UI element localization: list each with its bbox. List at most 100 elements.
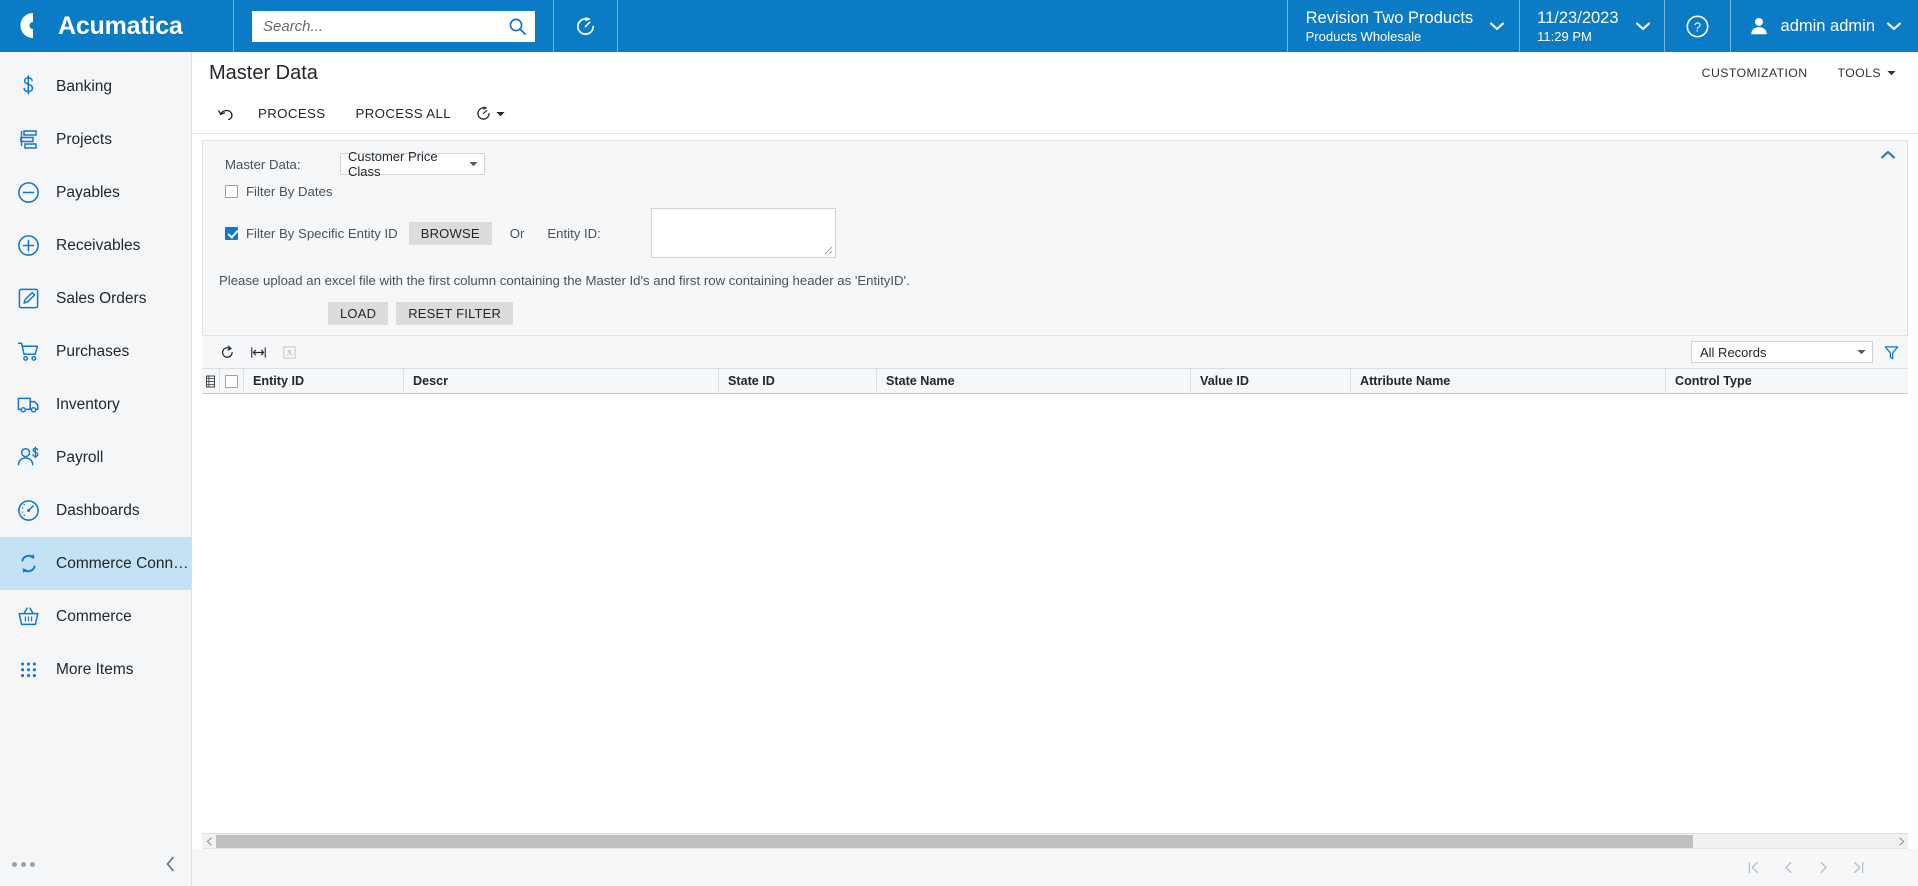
chevron-down-icon xyxy=(1886,21,1902,31)
scrollbar-thumb[interactable] xyxy=(216,834,1693,848)
column-header-value-id[interactable]: Value ID xyxy=(1191,369,1351,393)
sidebar-item-dashboards[interactable]: Dashboards xyxy=(0,484,191,537)
ellipsis-icon[interactable] xyxy=(12,861,35,867)
select-all-checkbox[interactable] xyxy=(220,369,244,393)
acumatica-logo-icon xyxy=(18,11,48,41)
browse-button[interactable]: BROWSE xyxy=(408,221,492,245)
user-menu[interactable]: admin admin xyxy=(1731,0,1918,52)
column-settings-icon[interactable] xyxy=(202,369,220,393)
process-all-button[interactable]: PROCESS ALL xyxy=(340,101,466,127)
pencil-square-icon xyxy=(16,286,41,311)
records-filter-value: All Records xyxy=(1700,344,1767,360)
filter-by-entity-checkbox[interactable] xyxy=(225,226,238,240)
dollar-sign-icon xyxy=(16,74,41,99)
timer-button[interactable] xyxy=(554,0,617,52)
records-filter-select[interactable]: All Records xyxy=(1691,341,1873,363)
svg-text:?: ? xyxy=(1693,19,1700,34)
sidebar-nav-list: Banking Projects Payables Receivables Sa… xyxy=(0,52,191,842)
gauge-icon xyxy=(16,498,41,523)
grid-toolbar: X All Records xyxy=(202,336,1908,368)
sidebar-item-inventory[interactable]: Inventory xyxy=(0,378,191,431)
sidebar-item-label: Receivables xyxy=(56,236,141,254)
sidebar-item-banking[interactable]: Banking xyxy=(0,60,191,113)
caret-down-icon xyxy=(469,161,478,167)
column-header-state-name[interactable]: State Name xyxy=(877,369,1191,393)
sidebar-item-label: Sales Orders xyxy=(56,289,147,307)
search-input[interactable] xyxy=(263,17,508,35)
caret-down-icon xyxy=(1857,349,1866,355)
grid-horizontal-scrollbar[interactable] xyxy=(202,834,1908,849)
chevron-up-icon[interactable] xyxy=(1879,148,1897,162)
sidebar-item-more-items[interactable]: More Items xyxy=(0,643,191,696)
reset-filter-button[interactable]: RESET FILTER xyxy=(396,302,514,325)
main-content-area: Master Data CUSTOMIZATION TOOLS PROCESS … xyxy=(192,52,1918,886)
triangle-right-icon[interactable] xyxy=(1894,834,1908,849)
help-button[interactable]: ? xyxy=(1665,0,1730,52)
sidebar-item-projects[interactable]: Projects xyxy=(0,113,191,166)
filter-by-entity-label: Filter By Specific Entity ID xyxy=(246,225,398,241)
column-header-state-id[interactable]: State ID xyxy=(719,369,877,393)
page-last-icon[interactable] xyxy=(1851,859,1866,876)
funnel-filter-icon[interactable] xyxy=(1883,344,1900,361)
sidebar-item-label: Commerce xyxy=(56,607,132,625)
process-button[interactable]: PROCESS xyxy=(243,101,340,127)
basket-icon xyxy=(16,604,41,629)
current-time: 11:29 PM xyxy=(1537,28,1592,44)
customization-label: CUSTOMIZATION xyxy=(1701,66,1808,80)
master-data-label: Master Data: xyxy=(225,156,301,172)
sidebar-item-receivables[interactable]: Receivables xyxy=(0,219,191,272)
export-excel-icon[interactable]: X xyxy=(274,340,305,364)
load-button[interactable]: LOAD xyxy=(328,302,389,325)
results-grid: X All Records Entity ID Descr State ID S… xyxy=(202,336,1908,849)
sidebar-item-sales-orders[interactable]: Sales Orders xyxy=(0,272,191,325)
sidebar-item-payables[interactable]: Payables xyxy=(0,166,191,219)
page-action-bar: PROCESS PROCESS ALL xyxy=(192,94,1918,134)
grid-rows-container[interactable] xyxy=(202,394,1908,834)
chevron-down-icon xyxy=(1635,21,1651,31)
page-next-icon[interactable] xyxy=(1816,859,1831,876)
header-spacer xyxy=(618,0,1287,52)
customization-menu[interactable]: CUSTOMIZATION xyxy=(1702,66,1808,80)
sidebar-item-payroll[interactable]: Payroll xyxy=(0,431,191,484)
sidebar-item-label: Purchases xyxy=(56,342,130,360)
company-branch-selector[interactable]: Revision Two Products Products Wholesale xyxy=(1288,0,1520,52)
sidebar-item-commerce[interactable]: Commerce xyxy=(0,590,191,643)
search-box[interactable] xyxy=(252,10,535,42)
sync-arrows-icon xyxy=(16,551,41,576)
undo-arrow-icon[interactable] xyxy=(209,101,243,127)
page-first-icon[interactable] xyxy=(1746,859,1761,876)
refresh-icon[interactable] xyxy=(212,340,243,364)
truck-icon xyxy=(16,392,41,417)
master-data-value: Customer Price Class xyxy=(348,149,438,179)
brand-home-link[interactable]: Acumatica xyxy=(0,0,233,52)
fit-columns-icon[interactable] xyxy=(243,340,274,364)
column-header-descr[interactable]: Descr xyxy=(404,369,719,393)
sidebar-item-commerce-connector[interactable]: Commerce Connec… xyxy=(0,537,191,590)
top-header-bar: Acumatica Search... Revision Two Product… xyxy=(0,0,1918,52)
timer-icon xyxy=(574,15,597,38)
master-data-row: Master Data: Customer Price Class xyxy=(203,149,1907,179)
column-header-attribute-name[interactable]: Attribute Name xyxy=(1351,369,1666,393)
schedule-dropdown-button[interactable] xyxy=(466,101,514,127)
left-navigation-sidebar: Banking Projects Payables Receivables Sa… xyxy=(0,52,192,886)
caret-down-icon xyxy=(496,111,505,117)
sidebar-item-label: Payroll xyxy=(56,448,104,466)
body-container: Banking Projects Payables Receivables Sa… xyxy=(0,52,1918,886)
page-prev-icon[interactable] xyxy=(1781,859,1796,876)
entity-id-input[interactable] xyxy=(650,208,836,258)
business-date-selector[interactable]: 11/23/2023 11:29 PM xyxy=(1520,0,1663,52)
column-header-entity-id[interactable]: Entity ID xyxy=(244,369,404,393)
sidebar-item-label: Inventory xyxy=(56,395,120,413)
master-data-select[interactable]: Customer Price Class xyxy=(340,149,485,179)
chevron-left-icon[interactable] xyxy=(164,855,177,873)
minus-circle-icon xyxy=(16,180,41,205)
upload-hint-text: Please upload an excel file with the fir… xyxy=(219,273,910,288)
triangle-left-icon[interactable] xyxy=(202,834,216,849)
column-header-control-type[interactable]: Control Type xyxy=(1666,369,1908,393)
sidebar-item-purchases[interactable]: Purchases xyxy=(0,325,191,378)
filter-by-dates-checkbox[interactable] xyxy=(225,185,238,198)
filter-by-dates-row: Filter By Dates xyxy=(203,184,1907,199)
search-icon[interactable] xyxy=(508,17,527,36)
tools-menu[interactable]: TOOLS xyxy=(1838,66,1896,80)
scrollbar-track[interactable] xyxy=(216,834,1894,849)
